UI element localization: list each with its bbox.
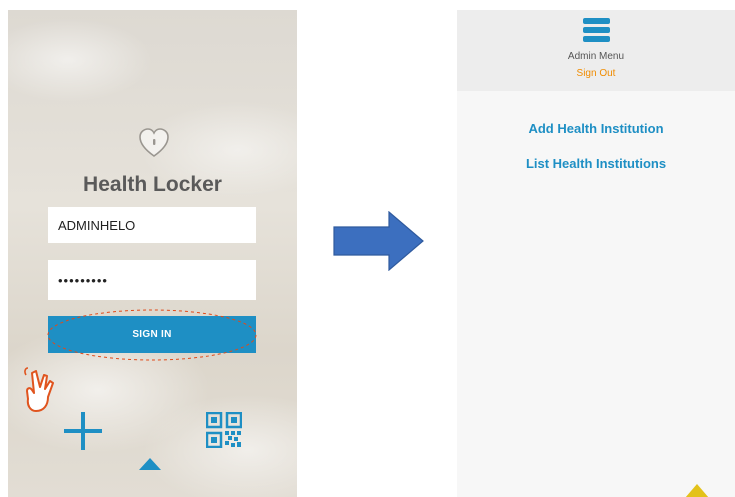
sign-in-button[interactable]: SIGN IN (48, 316, 256, 353)
nav-tab-indicator (139, 458, 161, 470)
qr-code-icon[interactable] (206, 412, 242, 448)
list-health-institutions-link[interactable]: List Health Institutions (457, 156, 735, 171)
pointing-hand-icon (24, 367, 54, 412)
right-arrow-icon (333, 211, 424, 271)
password-input[interactable]: ••••••••• (48, 260, 256, 300)
add-health-institution-link[interactable]: Add Health Institution (457, 121, 735, 136)
login-screen: Health Locker ADMINHELO ••••••••• SIGN I… (8, 10, 297, 497)
hamburger-menu-icon[interactable] (583, 18, 610, 42)
admin-menu-title: Admin Menu (567, 51, 625, 62)
admin-header: Admin Menu Sign Out (457, 10, 735, 91)
sign-in-label: SIGN IN (132, 329, 172, 340)
heart-lock-icon (139, 128, 169, 157)
password-mask: ••••••••• (58, 272, 108, 288)
username-value: ADMINHELO (58, 217, 136, 233)
admin-menu-screen: Admin Menu Sign Out Add Health Instituti… (457, 10, 735, 497)
username-input[interactable]: ADMINHELO (48, 207, 256, 243)
app-title: Health Locker (83, 173, 222, 196)
plus-icon[interactable] (64, 412, 102, 450)
corner-indicator-icon (685, 484, 709, 497)
sign-out-link[interactable]: Sign Out (457, 68, 735, 79)
